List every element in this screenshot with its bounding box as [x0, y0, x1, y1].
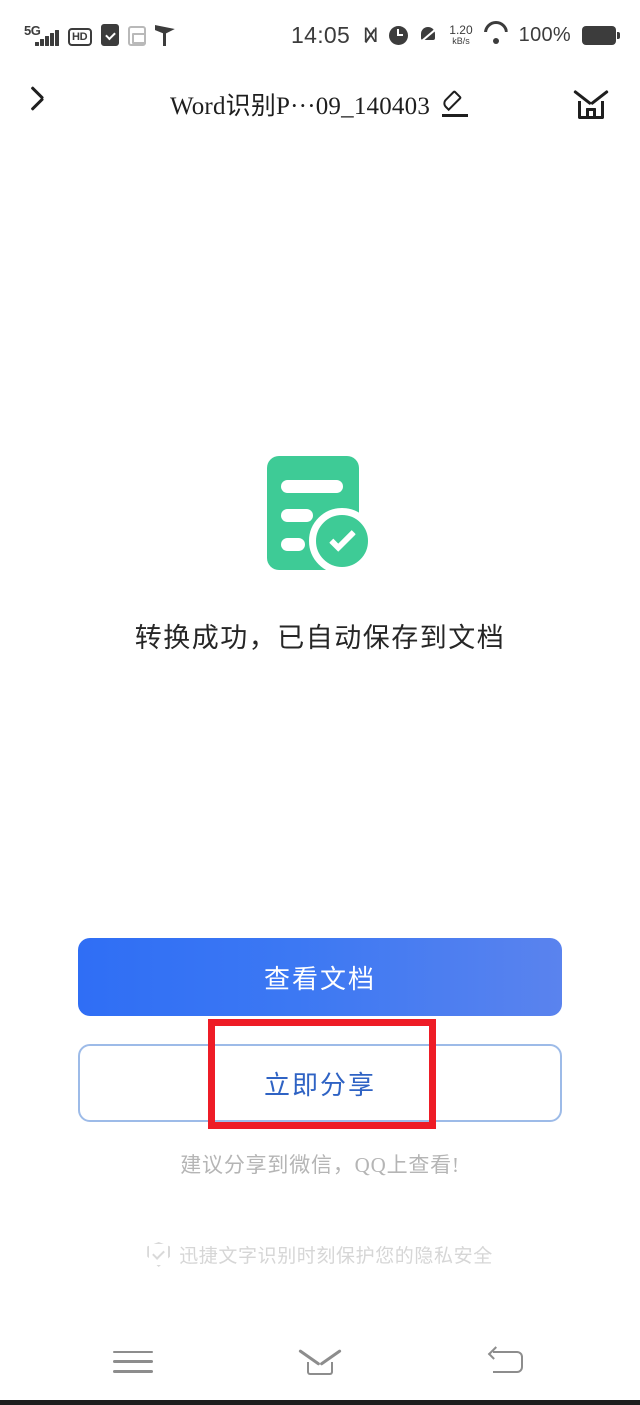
privacy-notice: 迅捷文字识别时刻保护您的隐私安全 — [147, 1241, 493, 1268]
nfc-off-icon: N — [363, 23, 379, 47]
phone-screen: 5G HD 14:05 N 1.20 kB/s 100% Word识别P···0… — [0, 0, 640, 1405]
action-area: 查看文档 立即分享 建议分享到微信，QQ上查看! 迅捷文字识别时刻保护您的隐私安… — [0, 938, 640, 1268]
main-content: 转换成功，已自动保存到文档 查看文档 立即分享 建议分享到微信，QQ上查看! 迅… — [0, 138, 640, 1322]
nav-home-button[interactable] — [275, 1334, 365, 1390]
network-disabled-icon — [127, 26, 146, 46]
share-hint-text: 建议分享到微信，QQ上查看! — [180, 1153, 460, 1177]
nav-back-button[interactable] — [462, 1334, 552, 1390]
home-icon — [574, 88, 608, 120]
network-type-label: 5G — [24, 23, 41, 38]
network-speed-unit: kB/s — [452, 35, 470, 46]
view-document-button[interactable]: 查看文档 — [78, 938, 562, 1016]
hd-icon: HD — [67, 28, 92, 46]
status-bar-left: 5G HD — [24, 24, 175, 46]
chevron-left-icon — [41, 91, 56, 117]
alarm-icon — [389, 25, 409, 45]
broadcast-tower-icon — [155, 24, 175, 46]
status-time: 14:05 — [291, 21, 351, 48]
share-now-button[interactable]: 立即分享 — [78, 1044, 562, 1122]
home-button[interactable] — [568, 81, 614, 127]
status-bar-right: 14:05 N 1.20 kB/s 100% — [291, 21, 620, 49]
privacy-notice-text: 迅捷文字识别时刻保护您的隐私安全 — [179, 1246, 493, 1267]
clipboard-check-icon — [100, 24, 119, 46]
header-title-group: Word识别P···09_140403 — [0, 70, 640, 138]
menu-icon — [113, 1350, 154, 1373]
network-speed: 1.20 kB/s — [449, 24, 472, 46]
bell-off-icon — [419, 25, 438, 45]
system-nav-bar — [0, 1322, 640, 1400]
network-speed-value: 1.20 — [449, 22, 473, 37]
wifi-icon — [484, 26, 508, 45]
battery-percent-label: 100% — [518, 23, 571, 46]
pencil-icon[interactable] — [440, 89, 470, 119]
back-button[interactable] — [26, 82, 70, 126]
home-outline-icon — [300, 1349, 340, 1375]
document-check-icon — [255, 448, 385, 578]
app-header: Word识别P···09_140403 — [0, 70, 640, 138]
screen-bottom-edge — [0, 1400, 640, 1405]
back-arrow-icon — [487, 1345, 525, 1375]
page-title: Word识别P···09_140403 — [169, 93, 431, 120]
success-hero: 转换成功，已自动保存到文档 — [0, 448, 640, 655]
battery-full-icon — [582, 25, 620, 45]
nav-recents-button[interactable] — [88, 1334, 178, 1390]
status-bar: 5G HD 14:05 N 1.20 kB/s 100% — [0, 0, 640, 70]
shield-check-icon — [147, 1242, 170, 1267]
signal-bars-icon: 5G — [24, 24, 59, 46]
success-message: 转换成功，已自动保存到文档 — [134, 623, 506, 653]
